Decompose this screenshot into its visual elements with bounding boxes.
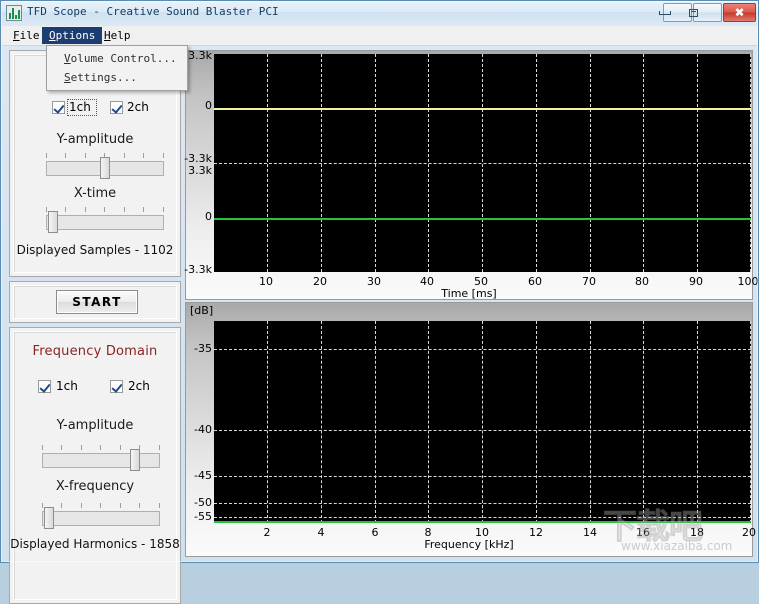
gridline-v <box>590 321 591 523</box>
minimize-button[interactable] <box>659 3 692 22</box>
frequency-domain-panel: Frequency Domain 1ch 2ch Y-amplitude X-f… <box>9 327 181 604</box>
menu-file-label: ile <box>19 29 40 42</box>
gridline-v <box>375 54 376 272</box>
slider-track <box>46 215 164 230</box>
slider-ticks <box>46 207 164 212</box>
gridline-v <box>643 321 644 523</box>
title-bar: TFD Scope - Creative Sound Blaster PCI ✖ <box>1 1 758 25</box>
slider-time-x-time[interactable] <box>46 207 164 235</box>
ytick-db: -50 <box>194 496 212 509</box>
gridline-v <box>321 54 322 272</box>
slider-ticks <box>42 445 160 450</box>
spectrum-bars-icon <box>6 5 22 21</box>
gridline-v <box>428 321 429 523</box>
trace-spectrum <box>214 521 751 523</box>
ytick-top-2: 0 <box>205 99 212 112</box>
gridline-v <box>482 321 483 523</box>
time-x-time-label: X-time <box>73 186 117 201</box>
slider-thumb[interactable] <box>44 507 54 529</box>
slider-track <box>42 453 160 468</box>
frequency-axis-title: Frequency [kHz] <box>424 538 514 551</box>
freq-x-frequency-label: X-frequency <box>55 479 135 494</box>
ytick-db: -45 <box>194 469 212 482</box>
trace-1ch <box>214 108 751 110</box>
checkbox-time-1ch[interactable] <box>52 101 65 114</box>
ytick-bot-2: 0 <box>205 210 212 223</box>
trace-2ch <box>214 218 751 220</box>
freq-y-amplitude-label: Y-amplitude <box>56 418 134 433</box>
gridline-v <box>321 321 322 523</box>
gridline-v <box>536 321 537 523</box>
ytick-bot-3: -3.3k <box>184 263 212 276</box>
close-button[interactable]: ✖ <box>723 3 756 22</box>
gridline-v <box>750 321 751 523</box>
ytick-db: -55 <box>194 510 212 523</box>
slider-thumb[interactable] <box>48 211 58 233</box>
checkbox-time-2ch-label: 2ch <box>127 100 149 114</box>
menu-bar: File Options Help <box>2 26 758 46</box>
gridline-v <box>482 54 483 272</box>
menu-file[interactable]: File <box>6 27 47 44</box>
slider-freq-y-amplitude[interactable] <box>42 445 160 473</box>
displayed-harmonics-text: Displayed Harmonics - 1858 <box>10 537 180 551</box>
checkbox-freq-2ch-label: 2ch <box>128 379 150 393</box>
maximize-icon <box>689 8 698 17</box>
start-button[interactable]: START <box>56 290 138 314</box>
ytick-db: -35 <box>194 342 212 355</box>
gridline-v <box>750 54 751 272</box>
time-domain-plot-area <box>214 54 751 272</box>
menu-options[interactable]: Options <box>42 27 103 44</box>
db-unit-label: [dB] <box>190 304 214 317</box>
frequency-domain-plot-area <box>214 321 751 523</box>
slider-thumb[interactable] <box>130 449 140 471</box>
slider-ticks <box>42 503 160 508</box>
gridline-v <box>697 321 698 523</box>
time-domain-chart: 3.3k 0 -3.3k 3.3k 0 -3.3k 10 20 30 40 50… <box>184 49 759 300</box>
checkbox-freq-1ch[interactable] <box>38 380 51 393</box>
frequency-domain-chart: [dB] -35 -40 -45 -50 -55 2 4 6 8 10 12 1… <box>185 302 756 557</box>
slider-time-y-amplitude[interactable] <box>46 153 164 181</box>
freq-channel-checkbox-row: 1ch 2ch <box>10 379 180 396</box>
maximize-button[interactable] <box>689 3 722 22</box>
slider-freq-x-frequency[interactable] <box>42 503 160 531</box>
menu-help-label: elp <box>110 29 131 42</box>
ytick-db: -40 <box>194 423 212 436</box>
gridline-v <box>267 321 268 523</box>
displayed-samples-text: Displayed Samples - 1102 <box>16 243 174 257</box>
time-axis-title: Time [ms] <box>441 287 497 300</box>
time-channel-checkbox-row: 1ch 2ch <box>10 99 180 117</box>
gridline-v <box>590 54 591 272</box>
close-icon: ✖ <box>734 5 745 19</box>
menu-help[interactable]: Help <box>97 27 138 44</box>
start-panel: START <box>9 281 181 323</box>
gridline-v <box>375 321 376 523</box>
menu-item-settings[interactable]: Settings... <box>47 68 187 87</box>
application-window: TFD Scope - Creative Sound Blaster PCI ✖… <box>0 0 759 604</box>
gridline-v <box>267 54 268 272</box>
gridline-v <box>428 54 429 272</box>
checkbox-time-2ch[interactable] <box>110 101 123 114</box>
gridline-v <box>643 54 644 272</box>
slider-track <box>42 511 160 526</box>
ytick-bot-1: 3.3k <box>188 164 212 177</box>
checkbox-freq-1ch-label: 1ch <box>56 379 78 393</box>
menu-item-volume-control-label: olume Control... <box>70 52 177 65</box>
menu-item-settings-label: ettings... <box>70 71 137 84</box>
gridline-v <box>536 54 537 272</box>
frequency-domain-title: Frequency Domain <box>32 344 158 359</box>
menu-options-label: ptions <box>55 29 96 42</box>
time-y-amplitude-label: Y-amplitude <box>56 132 134 147</box>
checkbox-time-1ch-label: 1ch <box>69 100 91 114</box>
options-dropdown-menu: Volume Control... Settings... <box>46 45 188 91</box>
slider-thumb[interactable] <box>100 157 110 179</box>
checkbox-freq-2ch[interactable] <box>110 380 123 393</box>
minimize-icon <box>659 10 671 15</box>
window-title: TFD Scope - Creative Sound Blaster PCI <box>27 5 279 18</box>
gridline-v <box>697 54 698 272</box>
menu-item-volume-control[interactable]: Volume Control... <box>47 49 187 68</box>
